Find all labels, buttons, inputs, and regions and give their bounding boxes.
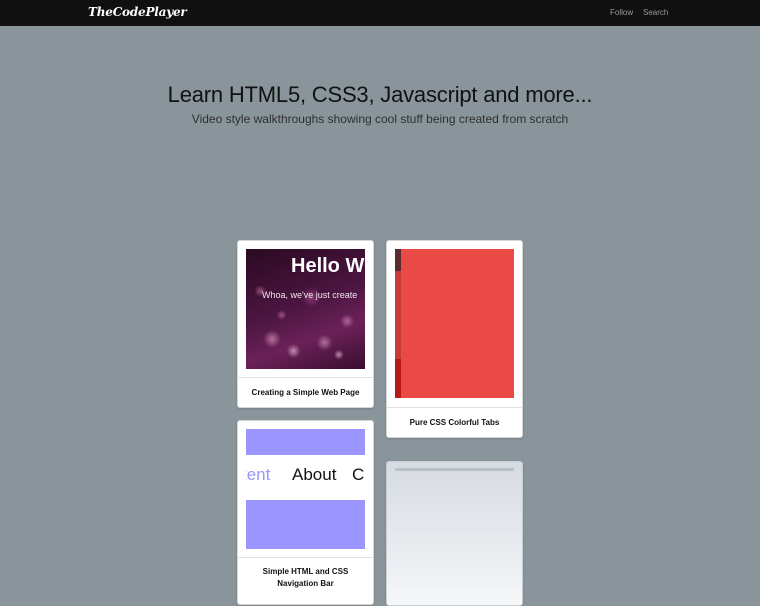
preview-text: Whoa, we've just create (262, 290, 358, 300)
nav-preview-item: C (352, 465, 365, 484)
card-simple-web-page[interactable]: Hello W Whoa, we've just create Creating… (237, 240, 374, 408)
card-thumbnail-red-tabs (395, 249, 514, 398)
preview-heading: Hello W (291, 255, 365, 277)
follow-link[interactable]: Follow (610, 8, 633, 17)
tab-stripe-deep (395, 359, 401, 398)
brand-logo-link[interactable]: TheCodePlayer (88, 5, 187, 19)
card-divider (238, 377, 373, 378)
card-title-line-2[interactable]: Navigation Bar (238, 578, 373, 590)
card-gradient-preview[interactable] (386, 461, 523, 606)
card-navigation-bar[interactable]: tent About C Simple HTML and CSS Navigat… (237, 420, 374, 605)
card-title[interactable]: Creating a Simple Web Page (238, 387, 373, 399)
top-navbar: TheCodePlayer Follow Search (0, 0, 760, 26)
nav-preview-bottom-block (246, 500, 365, 549)
card-css-colorful-tabs[interactable]: Pure CSS Colorful Tabs (386, 240, 523, 438)
card-thumbnail-glitter: Hello W Whoa, we've just create (246, 249, 365, 369)
card-title[interactable]: Pure CSS Colorful Tabs (387, 417, 522, 429)
gradient-preview-bar (395, 468, 514, 471)
card-thumbnail-navbar: tent About C (246, 429, 365, 549)
search-link[interactable]: Search (643, 8, 668, 17)
nav-preview-item: About (292, 465, 337, 484)
nav-preview-item: tent (246, 465, 271, 484)
card-divider (387, 407, 522, 408)
hero-title: Learn HTML5, CSS3, Javascript and more..… (167, 82, 593, 107)
nav-preview-top-block (246, 429, 365, 455)
card-divider (238, 557, 373, 558)
hero-subtitle: Video style walkthroughs showing cool st… (191, 112, 569, 126)
tab-stripe-dark (395, 249, 401, 271)
card-title-line-1[interactable]: Simple HTML and CSS (238, 566, 373, 578)
tab-stripe-mid (395, 271, 401, 359)
card-thumbnail-gradient (387, 462, 522, 605)
